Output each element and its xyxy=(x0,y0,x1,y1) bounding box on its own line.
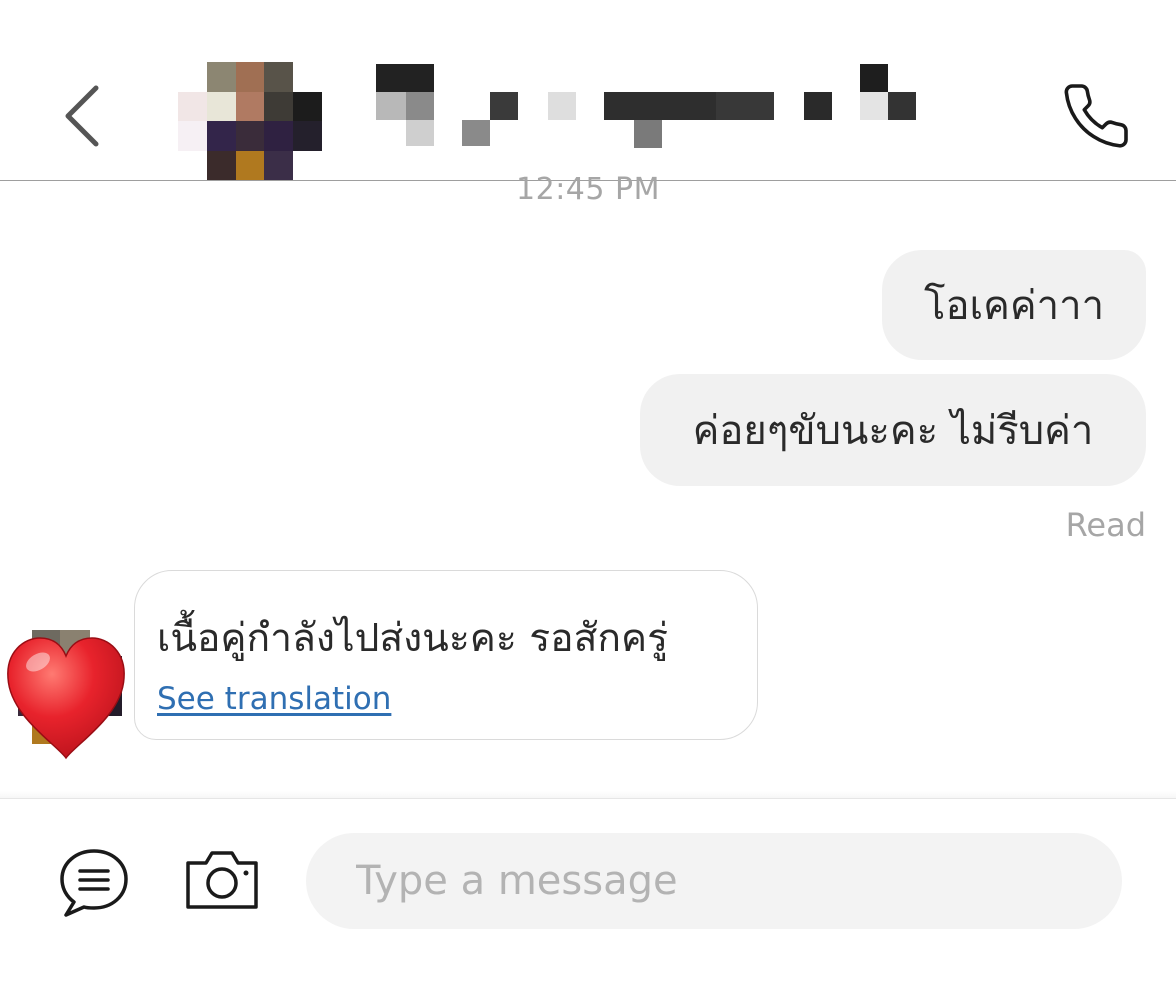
back-button[interactable] xyxy=(58,78,108,154)
outgoing-message-bubble[interactable]: โอเคค่าาา xyxy=(882,250,1146,360)
chat-menu-icon xyxy=(60,849,128,917)
incoming-message-text: เนื้อคู่กำลังไปส่งนะคะ รอสักครู่ xyxy=(157,616,669,661)
chevron-left-icon xyxy=(65,85,99,147)
read-receipt: Read xyxy=(1065,506,1146,544)
contact-avatar[interactable] xyxy=(178,62,322,180)
see-translation-link[interactable]: See translation xyxy=(157,681,391,717)
phone-icon xyxy=(1064,84,1128,148)
chat-menu-button[interactable] xyxy=(58,847,130,919)
incoming-message-bubble[interactable]: เนื้อคู่กำลังไปส่งนะคะ รอสักครู่ See tra… xyxy=(134,570,758,740)
outgoing-message-text: ค่อยๆขับนะคะ ไม่รีบค่า xyxy=(692,408,1094,454)
call-button[interactable] xyxy=(1060,80,1132,152)
input-bar-divider xyxy=(0,791,1176,799)
message-timestamp: 12:45 PM xyxy=(516,172,660,207)
outgoing-message-text: โอเคค่าาา xyxy=(923,283,1105,329)
message-input-bar xyxy=(0,791,1176,981)
message-input[interactable] xyxy=(306,833,1122,929)
contact-name-censored[interactable] xyxy=(348,62,948,162)
outgoing-message-bubble[interactable]: ค่อยๆขับนะคะ ไม่รีบค่า xyxy=(640,374,1146,486)
camera-button[interactable] xyxy=(184,849,260,911)
camera-icon xyxy=(186,851,258,909)
chat-header xyxy=(0,0,1176,181)
heart-reaction-icon xyxy=(7,637,125,760)
